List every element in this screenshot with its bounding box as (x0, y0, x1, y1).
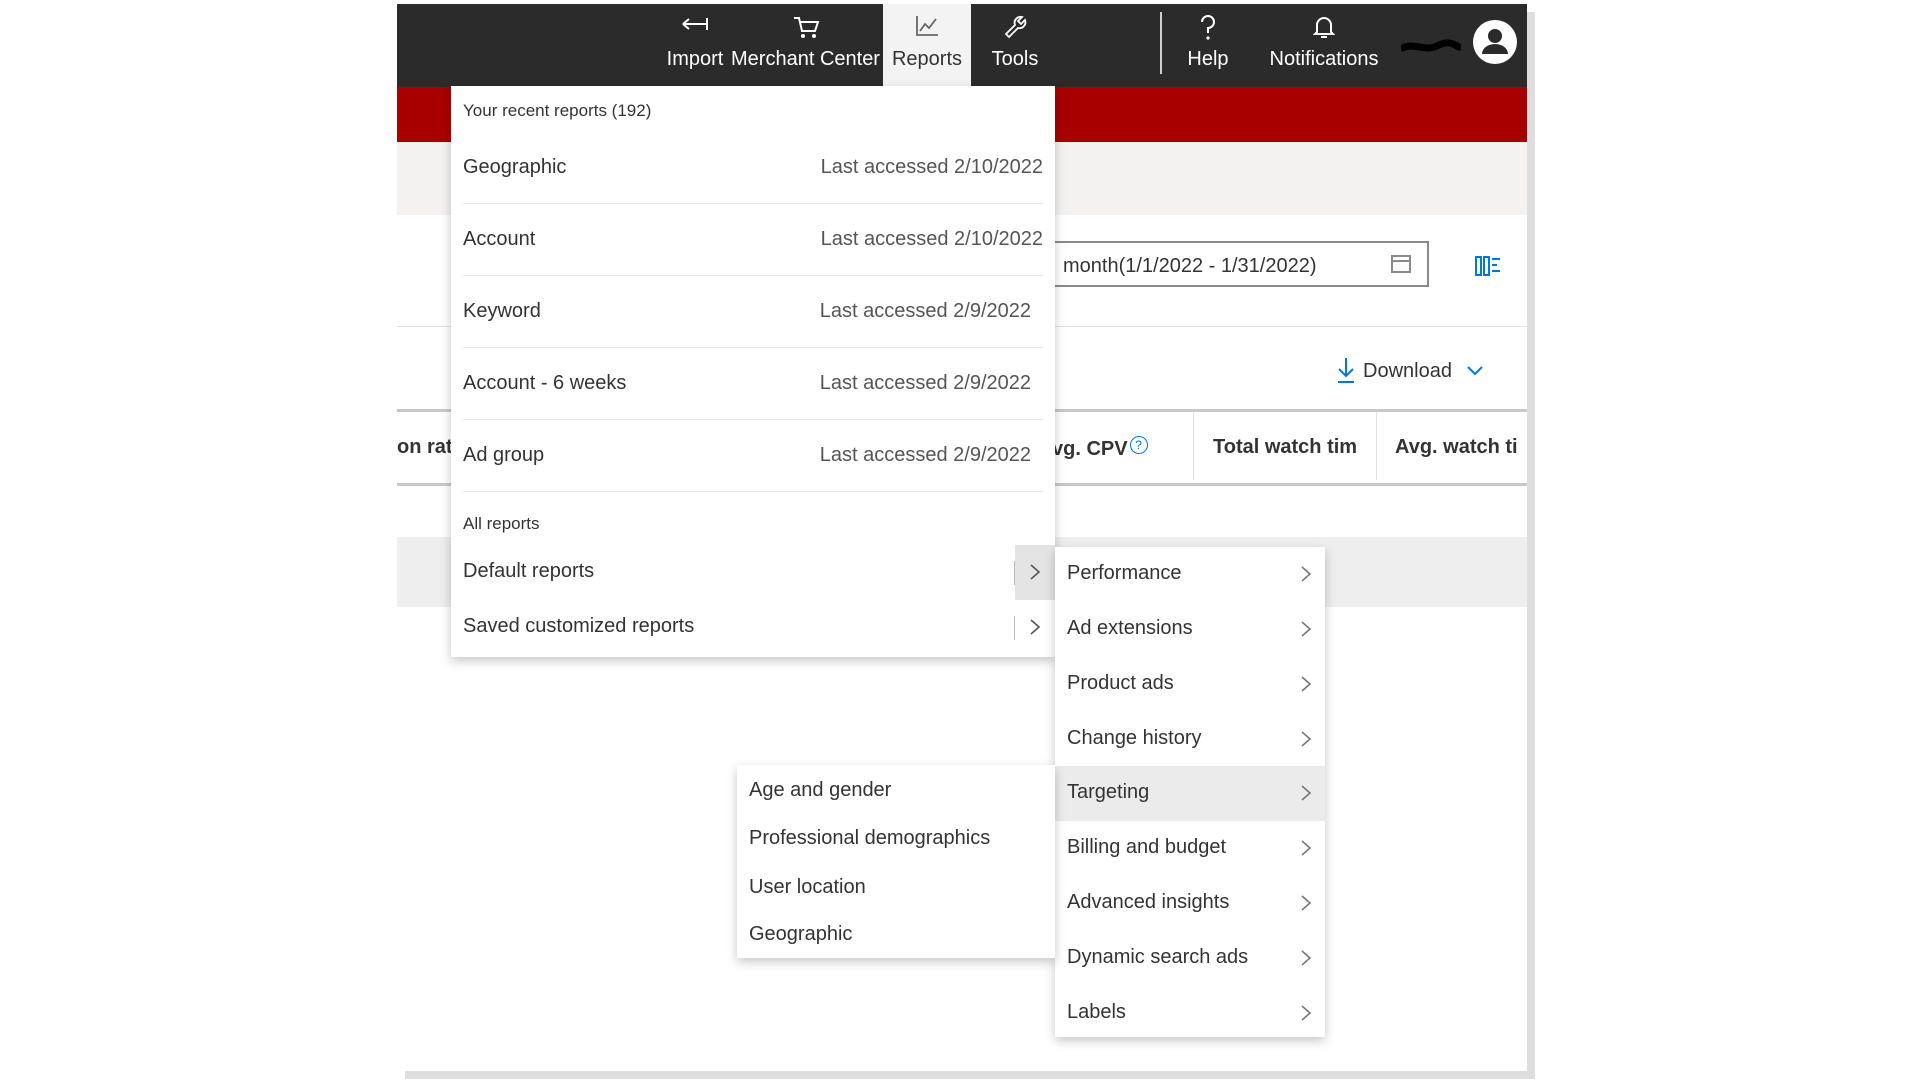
chevron-right-icon (1301, 566, 1312, 582)
nav-import-label: Import (666, 48, 724, 70)
submenu-item-ad-extensions[interactable]: Ad extensions (1055, 602, 1325, 657)
submenu-expand-button[interactable] (1015, 600, 1055, 655)
col-header-avg-watch-time[interactable]: Avg. watch ti (1395, 436, 1527, 459)
chevron-right-icon (1301, 621, 1312, 637)
nav-reports[interactable]: Reports (883, 4, 971, 87)
default-reports-label: Default reports (463, 560, 595, 582)
shopping-cart-icon (728, 14, 883, 42)
recent-report-name: Account - 6 weeks (463, 372, 627, 394)
default-reports-submenu: Performance Ad extensions Product ads Ch… (1055, 547, 1325, 1037)
nav-reports-label: Reports (891, 48, 963, 70)
submenu-item-targeting[interactable]: Targeting (1055, 766, 1325, 821)
submenu-item-performance[interactable]: Performance (1055, 547, 1325, 602)
submenu-item-label: Product ads (1067, 672, 1174, 694)
nav-divider (1160, 12, 1162, 74)
chevron-right-icon (1301, 840, 1312, 856)
chevron-right-icon (1030, 619, 1041, 635)
saved-customized-reports-item[interactable]: Saved customized reports (451, 600, 1055, 655)
recent-report-date: Last accessed 2/10/2022 (820, 156, 1043, 178)
default-reports-item[interactable]: Default reports (451, 545, 1055, 600)
nav-tools[interactable]: Tools (971, 4, 1059, 87)
targeting-item-user-location[interactable]: User location (749, 876, 866, 899)
submenu-item-dynamic-search-ads[interactable]: Dynamic search ads (1055, 931, 1325, 986)
col-header-conversion-rate[interactable]: on rat (397, 436, 457, 459)
submenu-item-label: Targeting (1067, 781, 1150, 803)
wrench-icon (971, 14, 1059, 42)
bell-icon (1259, 14, 1389, 42)
chevron-right-icon (1301, 676, 1312, 692)
nav-import[interactable]: Import (662, 4, 728, 87)
columns-icon[interactable] (1475, 255, 1501, 277)
submenu-item-billing-and-budget[interactable]: Billing and budget (1055, 821, 1325, 876)
nav-merchant-center[interactable]: Merchant Center (728, 4, 883, 87)
submenu-item-label: Dynamic search ads (1067, 946, 1249, 968)
recent-report-date: Last accessed 2/9/2022 (819, 372, 1031, 394)
nav-notifications-label: Notifications (1269, 48, 1379, 70)
chevron-right-icon (1301, 1005, 1312, 1021)
import-arrows-icon (662, 14, 728, 42)
download-label: Download (1363, 360, 1452, 382)
recent-report-item[interactable]: Ad group Last accessed 2/9/2022 (451, 420, 1055, 492)
nav-tools-label: Tools (991, 48, 1039, 70)
submenu-expand-button[interactable] (1015, 545, 1055, 600)
chevron-right-icon (1030, 564, 1041, 580)
submenu-item-labels[interactable]: Labels (1055, 986, 1325, 1041)
recent-report-item[interactable]: Geographic Last accessed 2/10/2022 (451, 132, 1055, 204)
recent-report-item[interactable]: Account - 6 weeks Last accessed 2/9/2022 (451, 348, 1055, 420)
targeting-item-professional-demographics[interactable]: Professional demographics (749, 827, 990, 850)
targeting-submenu: Age and gender Professional demographics… (737, 765, 1055, 958)
recent-report-date: Last accessed 2/9/2022 (819, 300, 1031, 322)
chevron-right-icon (1301, 950, 1312, 966)
submenu-item-label: Advanced insights (1067, 891, 1230, 913)
chevron-down-icon (1467, 366, 1483, 376)
nav-merchant-center-label: Merchant Center (731, 48, 880, 70)
download-arrow-icon (1338, 358, 1354, 383)
submenu-item-advanced-insights[interactable]: Advanced insights (1055, 876, 1325, 931)
submenu-item-label: Ad extensions (1067, 617, 1193, 639)
col-header-avg-cpv[interactable]: vg. CPV? (1052, 436, 1177, 461)
recent-report-name: Account (463, 228, 536, 250)
date-range-value: month(1/1/2022 - 1/31/2022) (1063, 255, 1317, 277)
all-reports-header: All reports (463, 514, 540, 533)
item-divider (463, 491, 1043, 492)
col-divider (1193, 412, 1194, 480)
chevron-right-icon (1301, 731, 1312, 747)
help-circle-icon[interactable]: ? (1129, 436, 1148, 454)
recent-report-name: Geographic (463, 156, 567, 178)
col-header-avg-cpv-label: vg. CPV (1052, 438, 1128, 460)
submenu-item-label: Labels (1067, 1001, 1126, 1023)
calendar-icon[interactable] (1391, 255, 1411, 273)
col-header-total-watch-time[interactable]: Total watch tim (1213, 436, 1375, 459)
user-avatar-icon[interactable] (1473, 20, 1517, 64)
submenu-item-product-ads[interactable]: Product ads (1055, 657, 1325, 712)
question-mark-icon (1173, 14, 1243, 42)
targeting-item-age-and-gender[interactable]: Age and gender (749, 779, 891, 802)
line-chart-icon (883, 14, 971, 42)
recent-report-date: Last accessed 2/10/2022 (820, 228, 1043, 250)
date-range-picker[interactable]: month(1/1/2022 - 1/31/2022) (1045, 241, 1429, 287)
nav-help-label: Help (1187, 48, 1229, 70)
submenu-item-label: Billing and budget (1067, 836, 1227, 858)
recent-report-item[interactable]: Keyword Last accessed 2/9/2022 (451, 276, 1055, 348)
submenu-item-label: Change history (1067, 727, 1202, 749)
recent-report-name: Ad group (463, 444, 545, 466)
submenu-item-label: Performance (1067, 562, 1182, 584)
targeting-item-geographic[interactable]: Geographic (749, 923, 852, 946)
saved-customized-reports-label: Saved customized reports (463, 615, 695, 637)
nav-notifications[interactable]: Notifications (1259, 4, 1389, 87)
redacted-username (1401, 39, 1461, 52)
recent-report-item[interactable]: Account Last accessed 2/10/2022 (451, 204, 1055, 276)
recent-reports-header: Your recent reports (192) (463, 101, 652, 120)
nav-help[interactable]: Help (1173, 4, 1243, 87)
recent-report-name: Keyword (463, 300, 541, 322)
top-navigation-bar: Import Merchant Center Reports Tools Hel… (397, 4, 1527, 87)
submenu-item-change-history[interactable]: Change history (1055, 712, 1325, 767)
chevron-right-icon (1301, 785, 1312, 801)
recent-report-date: Last accessed 2/9/2022 (819, 444, 1031, 466)
reports-dropdown-menu: Your recent reports (192) Geographic Las… (451, 86, 1055, 657)
chevron-right-icon (1301, 895, 1312, 911)
col-divider (1376, 412, 1377, 480)
